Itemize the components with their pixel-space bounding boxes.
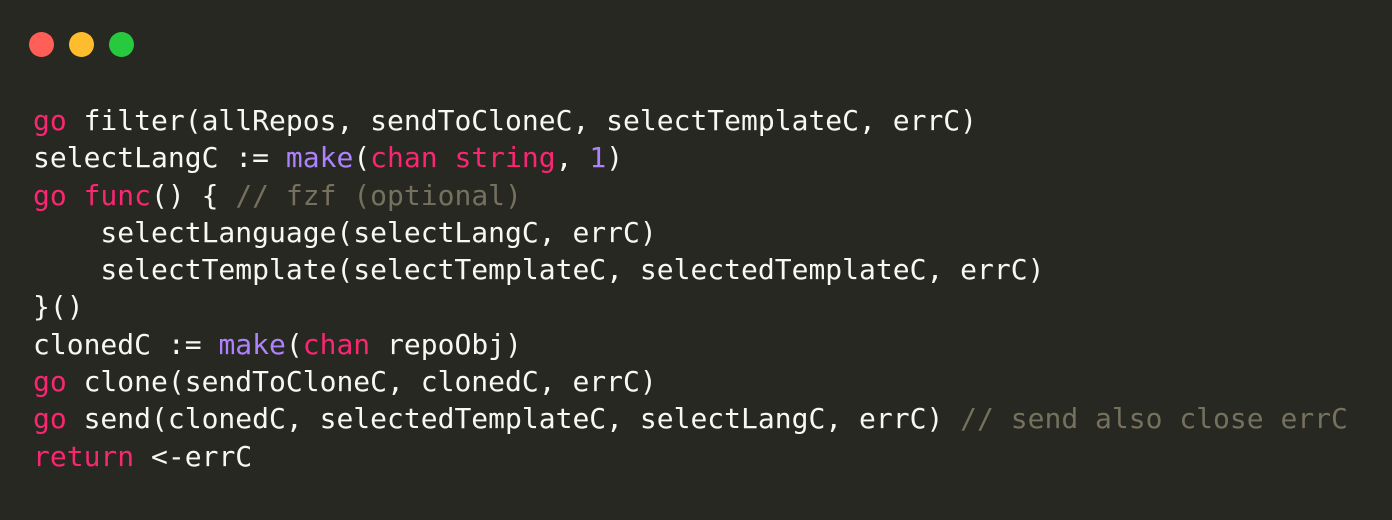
code-line: selectLangC := make(chan string, 1)	[33, 139, 1348, 176]
code-token-keyword: go	[33, 402, 67, 436]
code-token-default: repoObj)	[370, 327, 522, 361]
code-token-default: (	[353, 141, 371, 175]
code-token-number: 1	[589, 141, 607, 175]
code-token-default: send(clonedC, selectedTemplateC, selectL…	[66, 402, 961, 436]
code-block: go filter(allRepos, sendToCloneC, select…	[33, 102, 1348, 475]
code-line: selectLanguage(selectLangC, errC)	[33, 214, 1348, 251]
code-token-default	[438, 141, 455, 174]
code-token-keyword: func	[83, 178, 152, 212]
close-window-button[interactable]	[29, 32, 54, 57]
code-line: selectTemplate(selectTemplateC, selected…	[33, 251, 1348, 288]
code-token-keyword: chan	[370, 141, 438, 175]
code-line: go func() { // fzf (optional)	[33, 177, 1348, 214]
code-token-default: )	[606, 141, 624, 175]
code-line: go filter(allRepos, sendToCloneC, select…	[33, 102, 1348, 139]
code-window: go filter(allRepos, sendToCloneC, select…	[0, 0, 1392, 520]
code-token-builtin: make	[285, 141, 354, 175]
code-token-builtin: make	[218, 327, 286, 361]
code-token-keyword: go	[33, 178, 67, 212]
code-token-default: selectTemplate(selectTemplateC, selected…	[33, 253, 1045, 287]
code-token-default: clonedC :=	[33, 327, 219, 361]
code-line: }()	[33, 288, 1348, 325]
code-token-default	[67, 179, 84, 212]
code-token-keyword: string	[454, 141, 556, 175]
code-token-keyword: go	[33, 365, 67, 399]
code-line: return <-errC	[33, 438, 1348, 475]
code-token-keyword: return	[33, 439, 135, 473]
code-token-default: clone(sendToCloneC, clonedC, errC)	[66, 365, 657, 399]
maximize-window-button[interactable]	[109, 32, 134, 57]
code-token-comment: // send also close errC	[960, 402, 1348, 436]
minimize-window-button[interactable]	[69, 32, 94, 57]
code-token-comment: // fzf (optional)	[235, 178, 522, 212]
code-token-default: filter(allRepos, sendToCloneC, selectTem…	[66, 104, 978, 137]
code-token-default: (	[285, 327, 303, 361]
code-token-keyword: chan	[302, 327, 371, 361]
code-token-default: selectLangC :=	[33, 141, 286, 175]
code-line: go send(clonedC, selectedTemplateC, sele…	[33, 400, 1348, 437]
code-token-default: }()	[33, 290, 84, 324]
code-token-default: selectLanguage(selectLangC, errC)	[33, 215, 657, 249]
code-token-keyword: go	[33, 104, 67, 137]
code-token-default: <-errC	[134, 439, 253, 473]
code-line: clonedC := make(chan repoObj)	[33, 326, 1348, 363]
window-titlebar	[0, 0, 1392, 88]
code-token-default: () {	[151, 178, 236, 212]
code-token-default: ,	[555, 141, 590, 175]
code-line: go clone(sendToCloneC, clonedC, errC)	[33, 363, 1348, 400]
